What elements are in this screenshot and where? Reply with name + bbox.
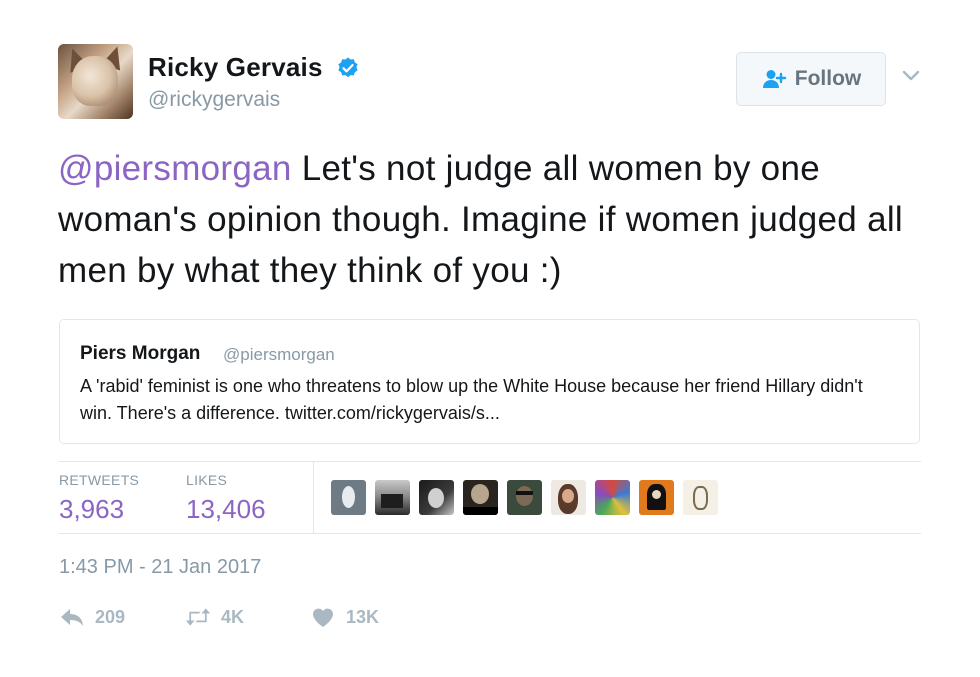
liker-avatar-7[interactable] <box>595 480 630 515</box>
likes-label: LIKES <box>186 472 228 488</box>
retweets-label: RETWEETS <box>59 472 140 488</box>
stats-divider-top <box>59 461 921 462</box>
liker-avatar-5[interactable] <box>507 480 542 515</box>
chevron-down-icon[interactable] <box>900 68 922 84</box>
retweet-icon <box>185 608 211 626</box>
retweet-button[interactable]: 4K <box>185 605 244 629</box>
like-count: 13K <box>346 606 380 627</box>
tweet-text: @piersmorgan Let's not judge all women b… <box>58 143 938 296</box>
like-button[interactable]: 13K <box>310 605 379 629</box>
quoted-tweet-card[interactable]: Piers Morgan @piersmorgan A 'rabid' femi… <box>59 319 920 444</box>
add-user-icon <box>762 70 786 88</box>
verified-badge-icon <box>338 57 358 78</box>
heart-icon <box>313 608 333 627</box>
reply-button[interactable]: 209 <box>59 605 125 629</box>
author-avatar[interactable] <box>58 44 133 119</box>
quoted-tweet-text: A 'rabid' feminist is one who threatens … <box>80 376 863 423</box>
stats-divider-bottom <box>59 533 921 534</box>
stats-vertical-divider <box>313 461 314 533</box>
reply-icon <box>61 609 83 626</box>
quoted-tweet-author-handle: @piersmorgan <box>223 345 335 364</box>
follow-button[interactable]: Follow <box>736 52 886 106</box>
tweet-timestamp[interactable]: 1:43 PM - 21 Jan 2017 <box>59 556 261 579</box>
liker-avatar-1[interactable] <box>331 480 366 515</box>
liker-avatar-3[interactable] <box>419 480 454 515</box>
likes-count[interactable]: 13,406 <box>186 494 266 525</box>
liker-avatar-9[interactable] <box>683 480 718 515</box>
author-display-name[interactable]: Ricky Gervais <box>148 52 323 83</box>
liker-avatar-8[interactable] <box>639 480 674 515</box>
retweets-count[interactable]: 3,963 <box>59 494 124 525</box>
retweet-count: 4K <box>221 606 245 627</box>
reply-count: 209 <box>95 606 126 627</box>
liker-avatar-2[interactable] <box>375 480 410 515</box>
mention-link[interactable]: @piersmorgan <box>58 149 292 188</box>
follow-button-label: Follow <box>794 67 862 90</box>
liker-avatar-4[interactable] <box>463 480 498 515</box>
avatar-cat-face <box>72 56 118 106</box>
liker-avatar-6[interactable] <box>551 480 586 515</box>
quoted-tweet-author-name: Piers Morgan <box>80 343 201 364</box>
author-handle[interactable]: @rickygervais <box>148 88 280 112</box>
